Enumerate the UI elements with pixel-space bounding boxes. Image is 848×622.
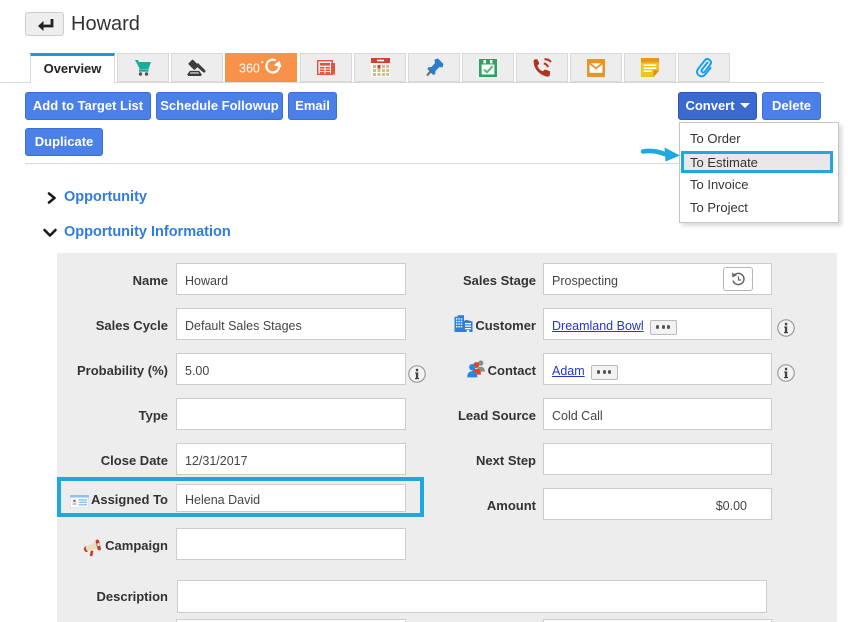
svg-text:360: 360 [239,61,260,75]
